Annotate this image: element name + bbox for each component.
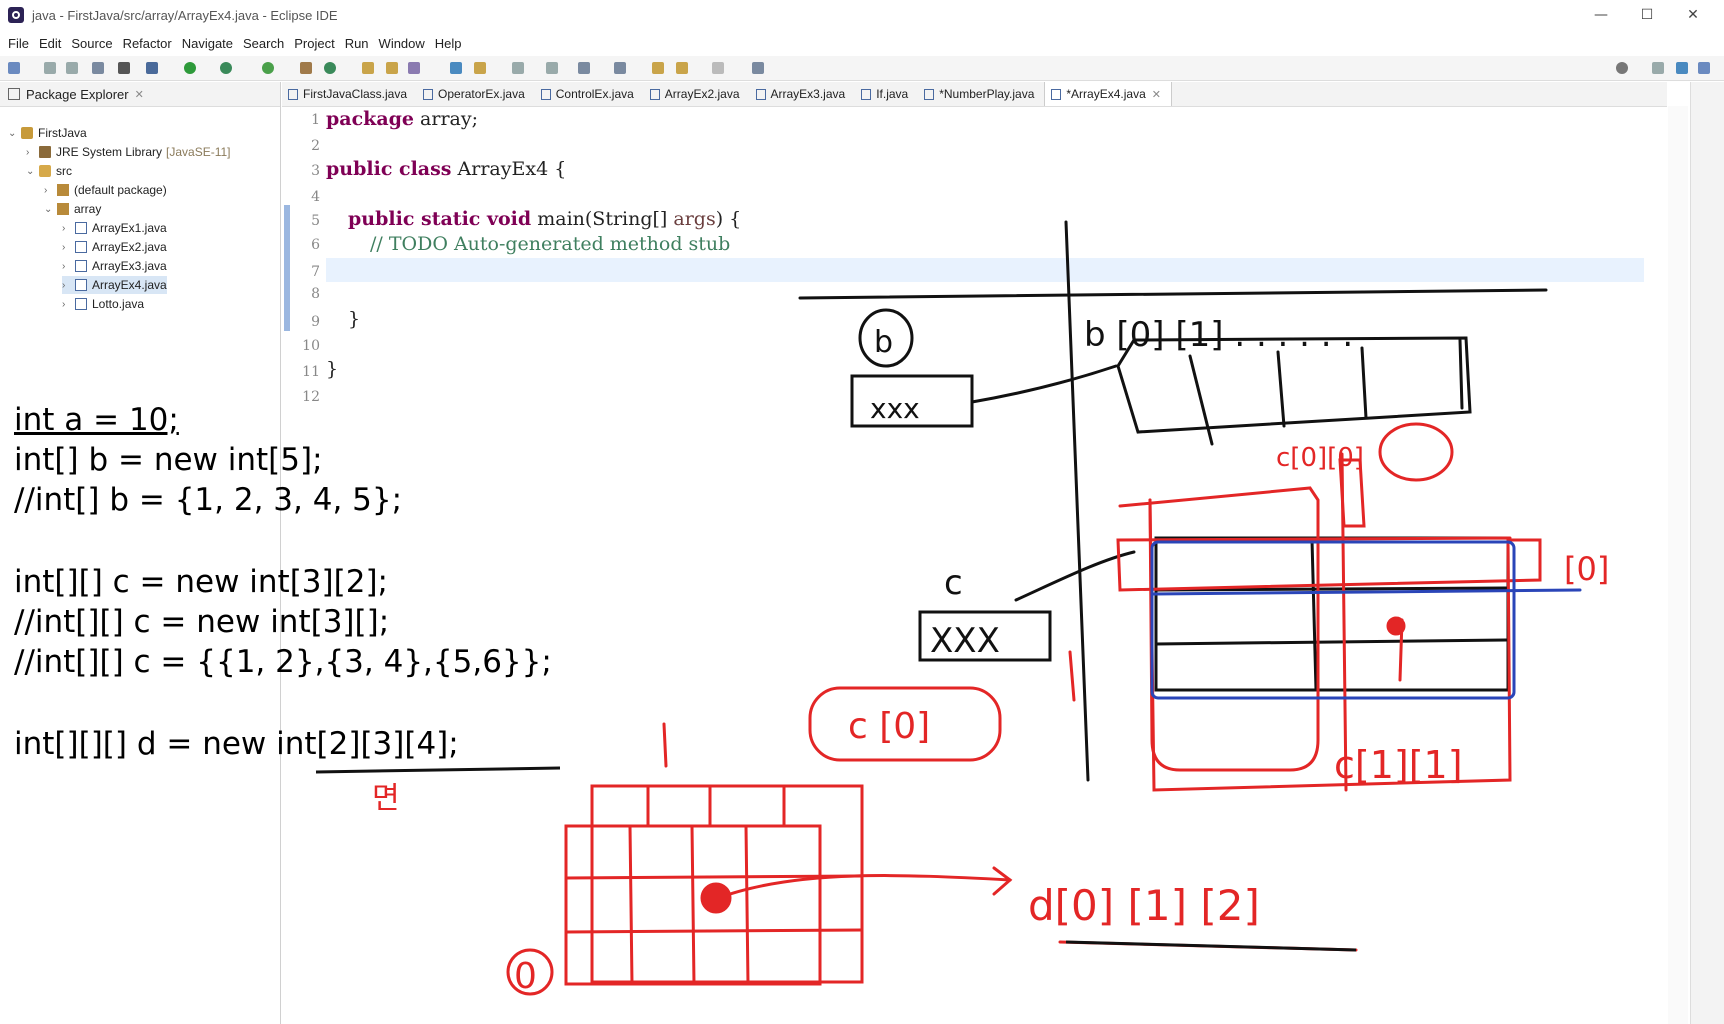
drawing-layer: b [0] [1] . . . . . . b xxx c XXX c [0] … xyxy=(315,220,1609,997)
annotation-c-box: XXX xyxy=(930,621,1000,661)
annotation-b-circle: b xyxy=(874,325,893,360)
annotation-row0: [0] xyxy=(1564,550,1609,588)
annotation-b-box: xxx xyxy=(870,392,920,425)
annotation-zero: 0 xyxy=(514,956,537,997)
annotation-c11: c[1][1] xyxy=(1334,743,1463,787)
red-ink xyxy=(506,422,1542,996)
annotation-c00: c[0][0] xyxy=(1276,443,1364,473)
blue-ink xyxy=(1150,540,1582,700)
annotation-d-index: d[0] [1] [2] xyxy=(1028,881,1260,930)
annotation-c0: c [0] xyxy=(848,706,930,747)
annotation-c-label: c xyxy=(944,563,963,603)
annotation-myeon: 면 xyxy=(372,781,400,816)
annotation-b-row: b [0] [1] . . . . . . xyxy=(1084,315,1353,355)
